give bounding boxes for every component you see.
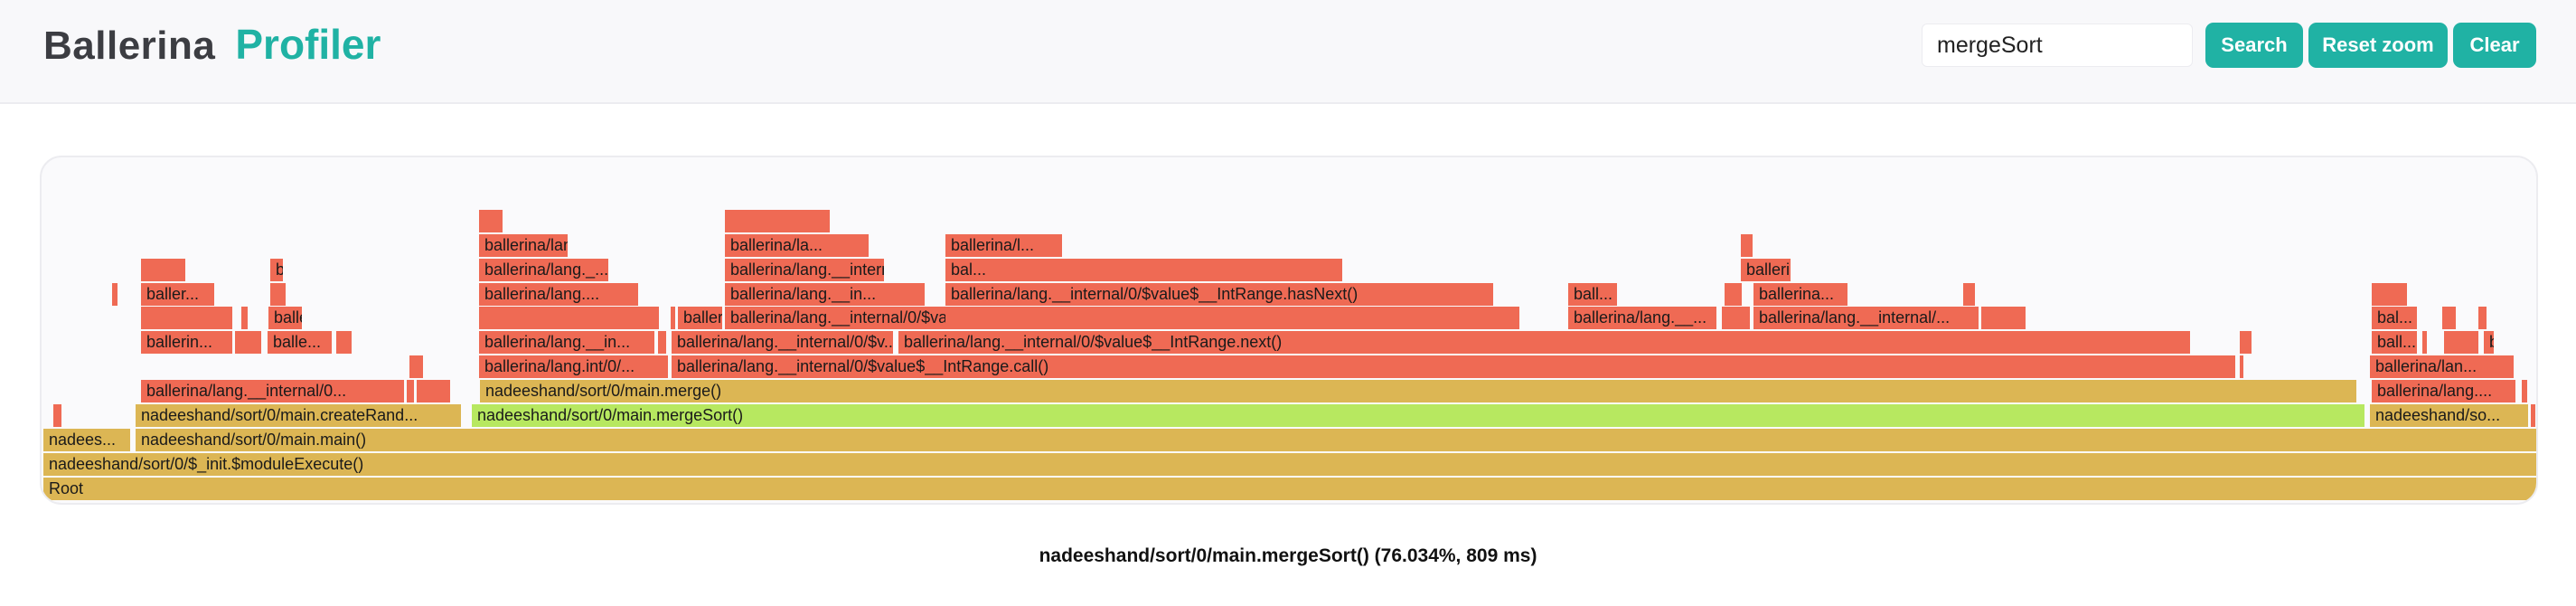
flame-frame[interactable]: ballerin...: [2484, 331, 2495, 354]
flame-frame[interactable]: ballerina/lang.__internal/...: [1753, 307, 1979, 329]
flame-frame[interactable]: [2444, 331, 2479, 354]
flame-frame[interactable]: ballerin...: [141, 331, 233, 354]
logo-brand: Ballerina: [43, 24, 216, 68]
flame-frame[interactable]: ballerina/lang.__i...: [268, 307, 303, 329]
flame-frame[interactable]: [417, 380, 451, 402]
flame-frame[interactable]: ballerina...: [1753, 283, 1848, 306]
flame-frame[interactable]: [671, 307, 676, 329]
flame-frame[interactable]: [112, 283, 118, 306]
flame-frame[interactable]: nadeeshand/sort/0/main.mergeSort(): [472, 404, 2365, 427]
flame-frame[interactable]: [409, 355, 424, 378]
search-button[interactable]: Search: [2205, 23, 2303, 68]
flame-frame[interactable]: nadees...: [43, 429, 131, 451]
flame-frame[interactable]: ball...: [2372, 331, 2418, 354]
app-logo: Ballerina Profiler: [43, 20, 381, 69]
flame-frame-root[interactable]: Root: [43, 478, 2536, 500]
flame-frame[interactable]: [945, 307, 1520, 329]
flame-frame[interactable]: bal...: [2372, 307, 2418, 329]
flame-frame[interactable]: ballerina/lang.__internal/0/$value$__Int…: [898, 331, 2191, 354]
flame-frame[interactable]: [2240, 331, 2252, 354]
app-header: Ballerina Profiler Search Reset zoom Cle…: [0, 0, 2576, 104]
flame-frame[interactable]: [479, 307, 660, 329]
flame-frame[interactable]: ballerina/lang.__inte...: [678, 307, 723, 329]
search-input[interactable]: [1922, 24, 2193, 67]
flame-frame[interactable]: ballerina/lang.__in...: [479, 331, 655, 354]
flame-frame[interactable]: ballerina/lang.__internal/0...: [141, 380, 405, 402]
flame-frame[interactable]: [1725, 283, 1743, 306]
flame-frame[interactable]: nadeeshand/so...: [2370, 404, 2529, 427]
flame-frame[interactable]: ballerina/lang....: [2372, 380, 2516, 402]
flame-frame[interactable]: [2372, 283, 2408, 306]
flame-frame[interactable]: [407, 380, 415, 402]
flame-frame[interactable]: nadeeshand/sort/0/main.merge(): [480, 380, 2357, 402]
flame-frame[interactable]: [270, 283, 287, 306]
flame-frame[interactable]: balle...: [268, 331, 333, 354]
flame-frame[interactable]: ballerina/lang.__...: [1568, 307, 1717, 329]
flame-frame[interactable]: [1963, 283, 1976, 306]
flame-frame[interactable]: [1741, 234, 1753, 257]
flame-frame[interactable]: [235, 331, 262, 354]
flame-frame[interactable]: [479, 210, 503, 232]
flame-frame[interactable]: ballerina/lang.__internal/0/$value$__Int…: [945, 283, 1494, 306]
logo-product: Profiler: [235, 21, 381, 68]
flame-frame[interactable]: ballerina/lang.__internal/0/$value$__Int…: [725, 259, 885, 281]
flame-frame[interactable]: [2240, 355, 2244, 378]
flame-frame[interactable]: [725, 210, 831, 232]
reset-zoom-button[interactable]: Reset zoom: [2308, 23, 2448, 68]
flame-frame[interactable]: [141, 307, 233, 329]
flame-frame[interactable]: ballerina/lang.int/0/...: [479, 355, 669, 378]
flame-frame[interactable]: ball...: [1568, 283, 1618, 306]
flame-frame[interactable]: ballerina/l...: [945, 234, 1063, 257]
flame-frame[interactable]: nadeeshand/sort/0/$_init.$moduleExecute(…: [43, 453, 2536, 476]
flame-frame[interactable]: [1722, 307, 1751, 329]
flame-frame[interactable]: [2442, 307, 2457, 329]
flame-frame[interactable]: ballerina/lan...: [2370, 355, 2515, 378]
flame-frame[interactable]: ballerina/lang.__internal/0/$value$__Int…: [725, 307, 958, 329]
flame-frame[interactable]: [2531, 404, 2536, 427]
flame-frame[interactable]: ballerina/la...: [725, 234, 870, 257]
flame-frame[interactable]: ballerina/lang....: [479, 234, 569, 257]
flame-frame[interactable]: nadeeshand/sort/0/main.createRand...: [136, 404, 462, 427]
flame-frame[interactable]: ballerina/la...: [270, 259, 284, 281]
flame-frame[interactable]: [658, 331, 667, 354]
flame-frame[interactable]: [336, 331, 353, 354]
selected-frame-status: nadeeshand/sort/0/main.mergeSort() (76.0…: [1039, 545, 1537, 566]
flame-frame[interactable]: nadeeshand/sort/0/main.main(): [136, 429, 2536, 451]
flame-frame[interactable]: ballerina/lang.__in...: [725, 283, 926, 306]
flame-frame[interactable]: ballerina/lang._...: [479, 259, 609, 281]
clear-button[interactable]: Clear: [2453, 23, 2536, 68]
flame-frame[interactable]: ballerin...: [1741, 259, 1791, 281]
flame-frame[interactable]: ballerina/lang....: [479, 283, 639, 306]
flame-frame[interactable]: ballerina/lang.__internal/0/$v...: [672, 331, 894, 354]
flame-frame[interactable]: [1981, 307, 2026, 329]
flame-frame[interactable]: bal...: [945, 259, 1343, 281]
flame-frame[interactable]: [2422, 331, 2428, 354]
flame-frame[interactable]: [53, 404, 62, 427]
flame-frame[interactable]: [141, 259, 186, 281]
flame-frame[interactable]: baller...: [141, 283, 215, 306]
flame-frame[interactable]: ballerina/lang.__internal/0...: [2522, 380, 2528, 402]
flame-frame[interactable]: [2478, 307, 2487, 329]
flame-graph: Root nadeeshand/sort/0/$_init.$moduleExec…: [40, 156, 2538, 505]
flame-frame[interactable]: [241, 307, 249, 329]
flame-frame[interactable]: ballerina/lang.__internal/0/$value$__Int…: [672, 355, 2236, 378]
